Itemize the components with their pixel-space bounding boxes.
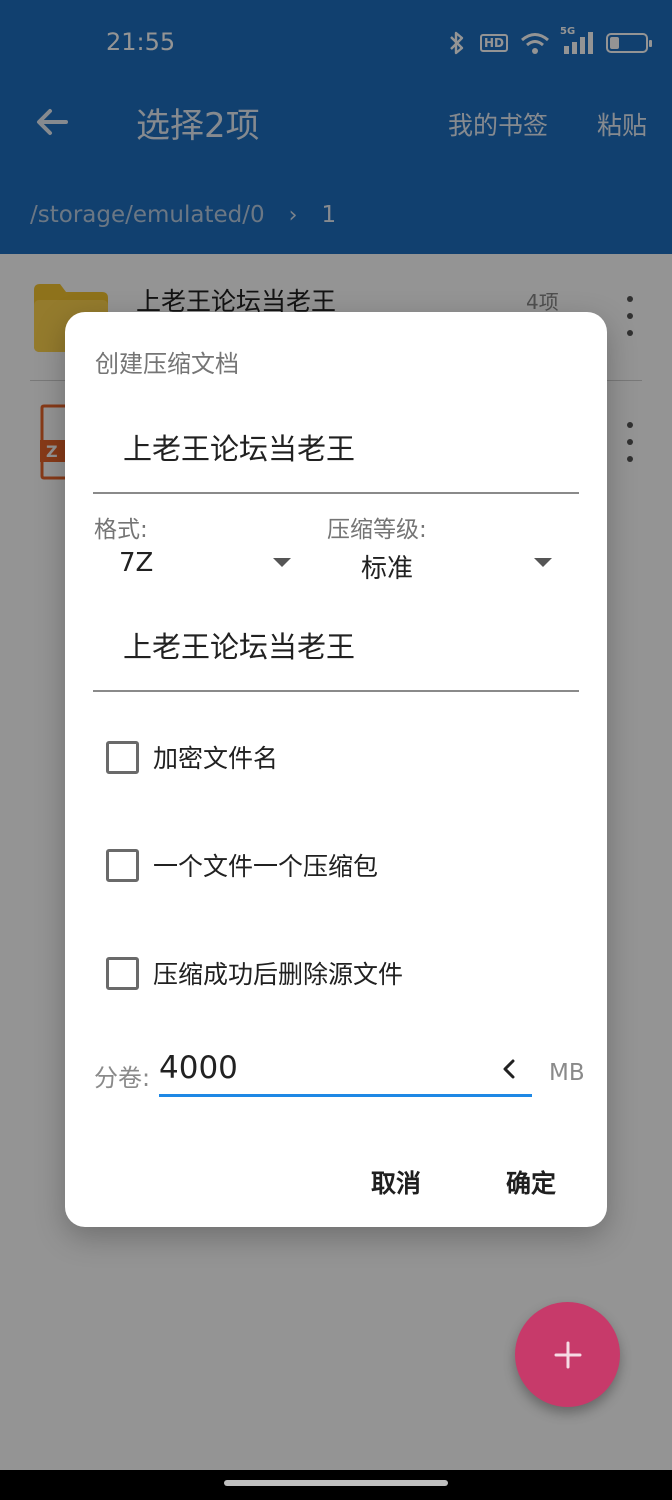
level-value: 标准 (361, 554, 414, 584)
archive-name-value: 上老王论坛当老王 (123, 432, 356, 466)
dialog-title: 创建压缩文档 (95, 350, 239, 378)
volume-input[interactable]: 4000 (159, 1042, 532, 1097)
second-name-value: 上老王论坛当老王 (123, 630, 356, 664)
delete-source-option[interactable]: 压缩成功后删除源文件 (106, 956, 403, 990)
cancel-button[interactable]: 取消 (371, 1164, 421, 1200)
option-label: 加密文件名 (153, 744, 279, 773)
option-label: 一个文件一个压缩包 (153, 852, 379, 881)
option-label: 压缩成功后删除源文件 (153, 960, 404, 989)
home-handle[interactable] (224, 1480, 448, 1486)
volume-value: 4000 (159, 1050, 238, 1086)
plus-icon (554, 1341, 581, 1368)
checkbox[interactable] (106, 956, 139, 990)
format-value: 7Z (119, 548, 154, 578)
encrypt-filenames-option[interactable]: 加密文件名 (106, 740, 278, 774)
one-archive-per-file-option[interactable]: 一个文件一个压缩包 (106, 848, 378, 882)
dropdown-arrow-icon (534, 558, 552, 567)
checkbox[interactable] (106, 848, 139, 882)
navigation-bar (0, 1470, 672, 1500)
dropdown-arrow-icon (273, 558, 291, 567)
format-label: 格式: (94, 517, 148, 543)
level-label: 压缩等级: (327, 517, 427, 543)
volume-unit: MB (549, 1060, 585, 1086)
volume-label: 分卷: (94, 1064, 151, 1092)
second-name-field[interactable]: 上老王论坛当老王 (93, 612, 579, 692)
ok-button[interactable]: 确定 (506, 1164, 556, 1200)
chevron-left-icon[interactable] (499, 1056, 519, 1082)
checkbox[interactable] (106, 740, 139, 774)
add-fab-button[interactable] (515, 1302, 620, 1407)
archive-name-field[interactable]: 上老王论坛当老王 (93, 412, 579, 494)
create-archive-dialog: 创建压缩文档 上老王论坛当老王 格式: 7Z 压缩等级: 标准 上老王论坛当老王… (65, 312, 607, 1227)
